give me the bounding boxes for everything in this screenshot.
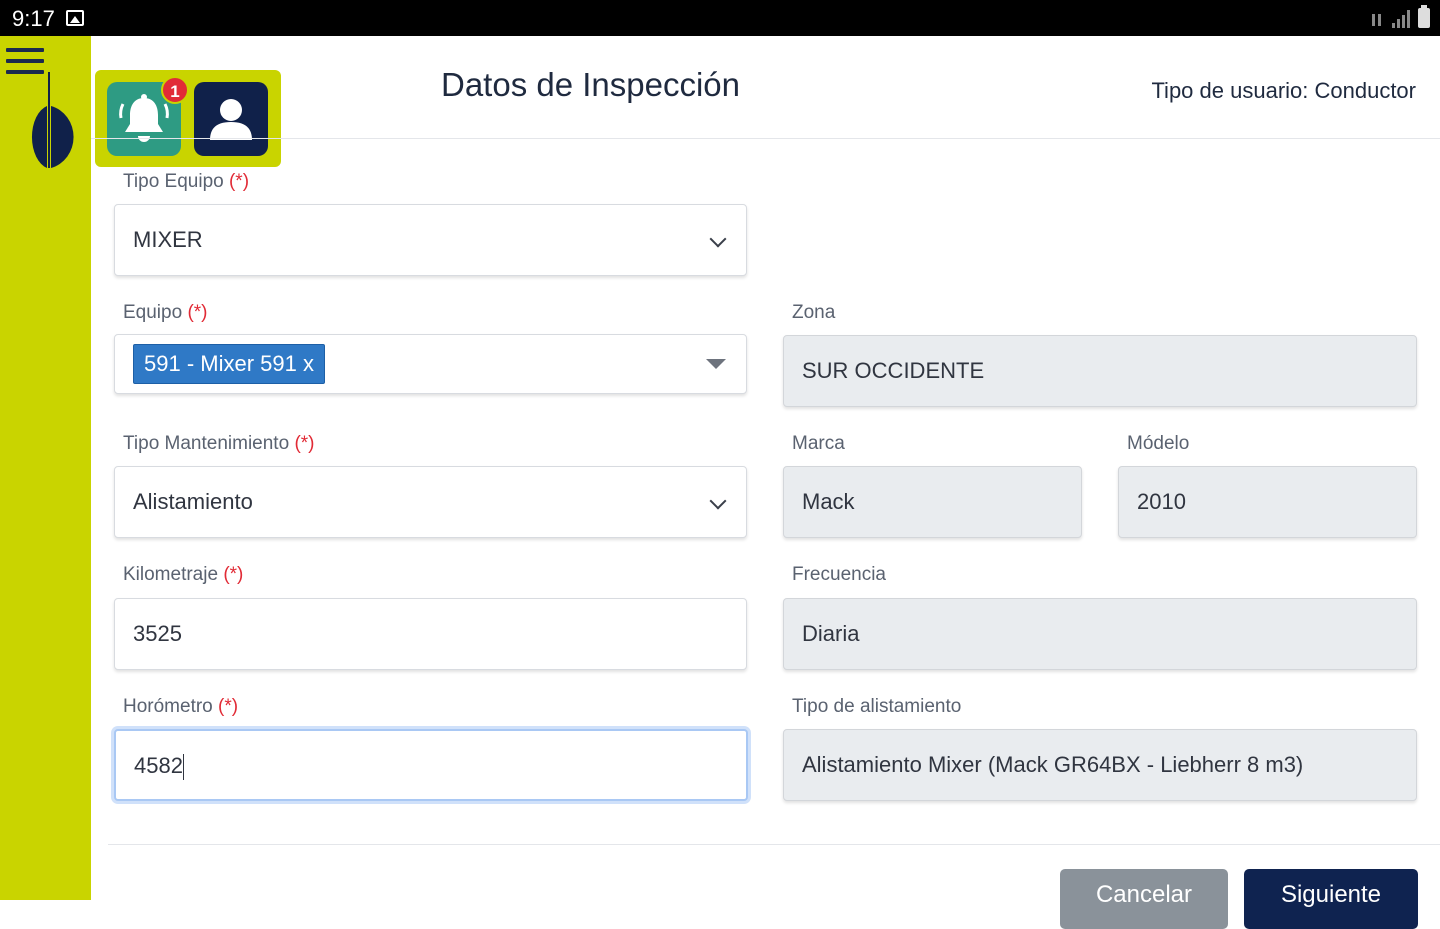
status-time: 9:17 bbox=[12, 6, 55, 31]
tipo-equipo-label: Tipo Equipo (*) bbox=[123, 171, 249, 193]
zona-field: SUR OCCIDENTE bbox=[783, 335, 1417, 407]
hamburger-icon[interactable] bbox=[6, 48, 44, 74]
equipo-label: Equipo (*) bbox=[123, 302, 208, 324]
kilometraje-label-text: Kilometraje bbox=[123, 564, 219, 585]
caret-down-icon bbox=[706, 359, 726, 369]
zona-label: Zona bbox=[792, 302, 836, 323]
equipo-label-text: Equipo bbox=[123, 302, 183, 323]
status-bar: 9:17 bbox=[0, 0, 1440, 36]
logo bbox=[31, 72, 74, 168]
cancel-button[interactable]: Cancelar bbox=[1060, 869, 1228, 929]
required-mark: (*) bbox=[294, 433, 315, 454]
top-actions: 1 bbox=[95, 70, 281, 167]
tipo-alistamiento-field: Alistamiento Mixer (Mack GR64BX - Liebhe… bbox=[783, 729, 1417, 801]
selected-equipo-tag[interactable]: 591 - Mixer 591 x bbox=[133, 344, 325, 384]
data-transfer-icon bbox=[1370, 12, 1384, 28]
horometro-label-text: Horómetro bbox=[123, 696, 213, 717]
modelo-field: 2010 bbox=[1118, 466, 1417, 538]
required-mark: (*) bbox=[223, 564, 244, 585]
kilometraje-label: Kilometraje (*) bbox=[123, 564, 243, 586]
modelo-label: Módelo bbox=[1127, 433, 1190, 454]
profile-button[interactable] bbox=[194, 82, 268, 156]
equipo-select[interactable]: 591 - Mixer 591 x bbox=[114, 334, 747, 394]
horometro-input[interactable]: 4582 bbox=[114, 729, 748, 801]
user-type-label: Tipo de usuario: Conductor bbox=[1151, 78, 1416, 103]
tipo-mantenimiento-value: Alistamiento bbox=[133, 489, 253, 514]
battery-icon bbox=[1418, 5, 1430, 28]
required-mark: (*) bbox=[228, 171, 250, 192]
form-divider bbox=[108, 844, 1440, 845]
frecuencia-label: Frecuencia bbox=[792, 564, 886, 585]
horometro-value: 4582 bbox=[134, 753, 183, 778]
tipo-mantenimiento-label: Tipo Mantenimiento (*) bbox=[123, 433, 315, 455]
page-title: Datos de Inspección bbox=[441, 66, 741, 103]
sidebar bbox=[0, 36, 91, 900]
marca-field: Mack bbox=[783, 466, 1082, 538]
marca-label: Marca bbox=[792, 433, 845, 454]
required-mark: (*) bbox=[187, 302, 208, 323]
tipo-alistamiento-label: Tipo de alistamiento bbox=[792, 696, 962, 717]
header-divider bbox=[91, 138, 1440, 139]
frecuencia-field: Diaria bbox=[783, 598, 1417, 670]
status-icons bbox=[1370, 5, 1430, 28]
text-cursor bbox=[182, 754, 184, 781]
required-mark: (*) bbox=[218, 696, 239, 717]
signal-icon bbox=[1392, 10, 1410, 28]
tipo-mantenimiento-select[interactable]: Alistamiento bbox=[114, 466, 747, 538]
image-notification-icon bbox=[66, 10, 84, 26]
kilometraje-input[interactable]: 3525 bbox=[114, 598, 747, 670]
horometro-label: Horómetro (*) bbox=[123, 696, 238, 718]
user-icon bbox=[210, 99, 252, 140]
tipo-equipo-label-text: Tipo Equipo bbox=[123, 171, 224, 192]
tipo-equipo-value: MIXER bbox=[133, 227, 203, 252]
chevron-down-icon bbox=[709, 492, 727, 510]
tipo-mantenimiento-label-text: Tipo Mantenimiento bbox=[123, 433, 290, 454]
notification-badge: 1 bbox=[161, 76, 189, 104]
next-button[interactable]: Siguiente bbox=[1244, 869, 1418, 929]
tipo-equipo-select[interactable]: MIXER bbox=[114, 204, 747, 276]
chevron-down-icon bbox=[709, 230, 727, 248]
